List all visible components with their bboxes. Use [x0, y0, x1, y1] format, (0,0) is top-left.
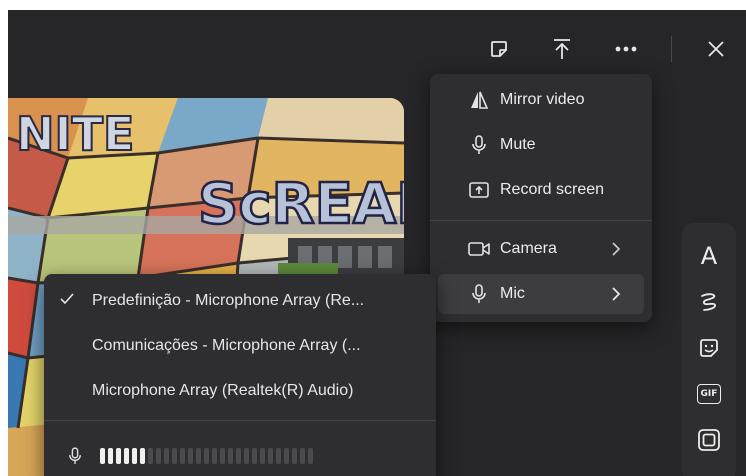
mic-level-bar — [132, 448, 137, 464]
camera-icon — [468, 238, 490, 260]
menu-item-label: Mic — [500, 285, 525, 302]
gif-icon: GIF — [697, 384, 721, 404]
mic-level-bar — [116, 448, 121, 464]
mic-level-bar — [308, 448, 313, 464]
mic-level-bar — [180, 448, 185, 464]
menu-separator — [44, 420, 436, 421]
mic-level-bar — [244, 448, 249, 464]
mic-level-bar — [172, 448, 177, 464]
mic-level-bar — [100, 448, 105, 464]
sticker-button[interactable] — [482, 32, 516, 66]
record-screen-icon — [468, 179, 490, 201]
close-button[interactable] — [699, 32, 733, 66]
mic-level-bar — [260, 448, 265, 464]
mic-level-bar — [108, 448, 113, 464]
mic-level-icon — [68, 446, 82, 471]
menu-item-record-screen[interactable]: Record screen — [438, 170, 644, 210]
mic-level-bar — [156, 448, 161, 464]
mic-device-option[interactable]: Comunicações - Microphone Array (... — [52, 325, 428, 367]
menu-item-mic[interactable]: Mic — [438, 274, 644, 314]
menu-item-label: Record screen — [500, 181, 605, 198]
mic-level-bar — [164, 448, 169, 464]
camera-options-menu: Mirror video Mute Record screen Camera M… — [430, 74, 652, 322]
mic-level-bar — [196, 448, 201, 464]
mic-level-bar — [140, 448, 145, 464]
mural-text-1: NITE — [16, 107, 134, 161]
share-upload-icon — [554, 39, 570, 59]
mic-level-bar — [300, 448, 305, 464]
mirror-icon — [468, 89, 490, 111]
mic-level-bar — [148, 448, 153, 464]
mic-level-bar — [220, 448, 225, 464]
menu-item-label: Mirror video — [500, 91, 585, 108]
pen-tool-button[interactable] — [682, 279, 736, 325]
gif-label: GIF — [700, 389, 718, 399]
mic-device-label: Predefinição - Microphone Array (Re... — [92, 292, 365, 309]
more-options-button[interactable] — [609, 32, 643, 66]
menu-item-label: Mute — [500, 136, 536, 153]
menu-separator — [430, 220, 652, 221]
mic-level-bar — [252, 448, 257, 464]
mic-level-bar — [284, 448, 289, 464]
mic-device-option[interactable]: Microphone Array (Realtek(R) Audio) — [52, 370, 428, 412]
microphone-icon — [468, 134, 490, 156]
sticker-icon — [700, 339, 718, 357]
more-horizontal-icon — [615, 46, 637, 52]
menu-item-mirror-video[interactable]: Mirror video — [438, 80, 644, 120]
menu-item-mute[interactable]: Mute — [438, 125, 644, 165]
sticker-tool-button[interactable] — [682, 325, 736, 371]
mic-level-bar — [212, 448, 217, 464]
mic-level-bar — [292, 448, 297, 464]
text-tool-button[interactable]: A — [682, 233, 736, 279]
close-icon — [708, 41, 724, 57]
frame-icon — [698, 429, 720, 451]
gif-tool-button[interactable]: GIF — [682, 371, 736, 417]
sticker-icon — [491, 41, 507, 57]
camera-window: NITE ScREAI A GIF Mirror video Mute Reco… — [8, 10, 746, 476]
side-toolbar: A GIF — [682, 223, 736, 476]
mic-device-label: Comunicações - Microphone Array (... — [92, 337, 361, 354]
mic-level-bar — [204, 448, 209, 464]
mic-level-bar — [268, 448, 273, 464]
mural-text-2: ScREAI — [198, 172, 404, 237]
mic-level-bar — [276, 448, 281, 464]
menu-item-camera[interactable]: Camera — [438, 229, 644, 269]
mic-level-bar — [124, 448, 129, 464]
mic-level-bar — [236, 448, 241, 464]
chevron-right-icon — [606, 284, 626, 304]
share-button[interactable] — [545, 32, 579, 66]
frame-tool-button[interactable] — [682, 417, 736, 463]
mic-device-menu: Predefinição - Microphone Array (Re... C… — [44, 274, 436, 476]
microphone-icon — [468, 283, 490, 305]
toolbar-divider — [671, 36, 672, 62]
mic-level-bar — [228, 448, 233, 464]
mic-device-option[interactable]: Predefinição - Microphone Array (Re... — [52, 280, 428, 322]
menu-item-label: Camera — [500, 240, 557, 257]
mic-level-meter — [100, 447, 313, 465]
text-icon: A — [700, 242, 718, 270]
mic-device-label: Microphone Array (Realtek(R) Audio) — [92, 382, 354, 399]
mic-level-bar — [188, 448, 193, 464]
chevron-right-icon — [606, 239, 626, 259]
checkmark-icon — [60, 292, 82, 310]
pen-icon — [701, 293, 716, 311]
